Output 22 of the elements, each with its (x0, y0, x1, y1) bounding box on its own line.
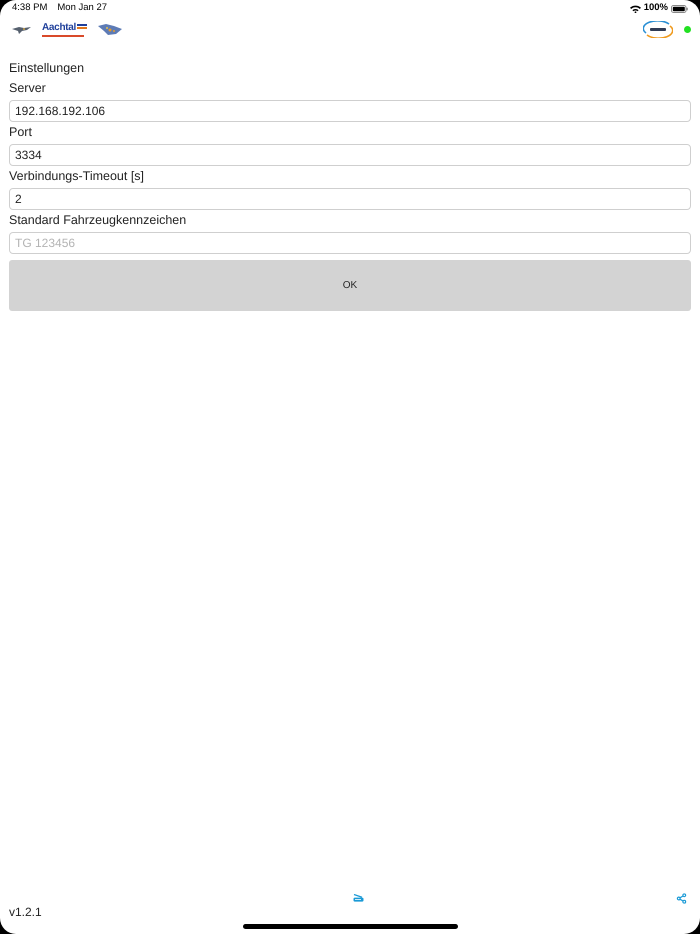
field-label: Port (9, 124, 33, 141)
input-field[interactable]: 192.168.192.106 (9, 100, 691, 122)
settings-title: Einstellungen (9, 60, 86, 77)
scanner-icon[interactable] (353, 894, 364, 902)
share-icon[interactable] (676, 893, 687, 904)
bird-logo-icon (12, 26, 31, 34)
battery-icon (671, 4, 688, 12)
version-label: v1.2.1 (9, 904, 42, 921)
status-date: Mon Jan 27 (57, 1, 108, 16)
input-field[interactable]: 3334 (9, 144, 691, 166)
company-logo: Aachtal (42, 22, 88, 36)
oval-logo-icon (643, 21, 673, 38)
input-field[interactable]: 2 (9, 188, 691, 210)
dotted-logo-icon (98, 24, 122, 35)
ok-button[interactable]: OK (9, 260, 691, 311)
field-label: Verbindungs-Timeout [s] (9, 168, 146, 185)
input-field[interactable]: TG 123456 (9, 232, 691, 254)
status-time: 4:38 PM (12, 1, 48, 16)
battery-percent: 100% (644, 1, 668, 16)
field-label: Standard Fahrzeugkennzeichen (9, 212, 188, 229)
field-label: Server (9, 80, 47, 97)
wifi-icon (630, 4, 641, 12)
